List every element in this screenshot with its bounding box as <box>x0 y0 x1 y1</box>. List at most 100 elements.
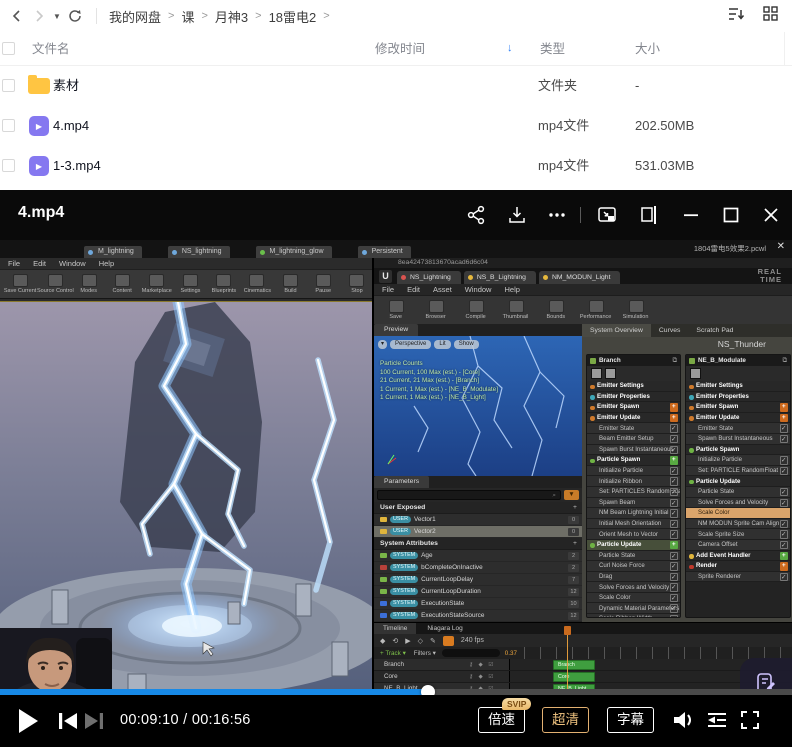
refresh-icon[interactable] <box>64 5 86 27</box>
table-row[interactable]: 素材 文件夹 - <box>0 66 792 106</box>
sort-icon[interactable] <box>728 6 745 27</box>
video-emitter-node: NE_B_Modulate Emitter Settings <box>685 354 791 618</box>
breadcrumb-item[interactable]: 课 <box>181 7 194 26</box>
video-toolbar-icon <box>48 274 63 287</box>
breadcrumb-item[interactable]: 18雷电2 <box>269 7 317 26</box>
video-niagara-menu: FileEditAssetWindowHelp <box>374 284 792 295</box>
file-name[interactable]: 1-3.mp4 <box>53 146 101 186</box>
file-size: - <box>635 66 639 106</box>
video-menu-item: File <box>8 259 20 268</box>
video-close-glyph: ✕ <box>777 241 785 252</box>
video-emitter-row: Particle Spawn <box>686 445 790 456</box>
video-toolbar-button: Browser <box>420 300 452 320</box>
video-emitter-row: Sprite Renderer <box>686 572 790 583</box>
video-emitter-row: Solve Forces and Velocity <box>686 498 790 509</box>
row-checkbox[interactable] <box>2 119 15 132</box>
app-window: ▼ 我的网盘 > 课 > 月神3 > 18雷电2 > <box>0 0 792 747</box>
next-button[interactable] <box>84 712 104 735</box>
fullscreen-icon[interactable] <box>740 710 760 735</box>
video-emitter-row: Initialize Particle <box>686 455 790 466</box>
video-menu-item: Window <box>465 285 492 294</box>
video-emitter-row: Particle Update <box>686 476 790 487</box>
file-name[interactable]: 素材 <box>53 66 79 106</box>
video-toolbar-button: Content <box>107 274 137 294</box>
column-modified[interactable]: 修改时间 <box>375 32 425 66</box>
dock-window-icon[interactable] <box>638 205 658 225</box>
table-row[interactable]: 4.mp4 mp4文件 202.50MB <box>0 106 792 146</box>
video-toolbar-icon <box>283 274 298 287</box>
video-toolbar-icon <box>82 274 97 287</box>
video-menu-item: File <box>382 285 394 294</box>
unreal-logo-icon: U <box>379 270 392 283</box>
row-checkbox[interactable] <box>2 79 15 92</box>
video-player-window: 4.mp4 <box>0 190 792 747</box>
forward-icon[interactable] <box>28 5 50 27</box>
close-icon[interactable] <box>761 205 781 225</box>
file-type-icon <box>28 78 50 94</box>
video-toolbar-icon <box>509 300 524 313</box>
video-menu-item: Asset <box>433 285 452 294</box>
back-icon[interactable] <box>6 5 28 27</box>
video-timeline-track: Core ⚷ ◆ ☑ Core <box>374 671 792 683</box>
breadcrumb-separator: > <box>255 10 261 22</box>
video-emitter-row: Scale Sprite Size <box>686 529 790 540</box>
video-toolbar-icon <box>349 274 364 287</box>
video-obs-tab: M_lightning_glow <box>256 246 332 258</box>
table-row[interactable]: 1-3.mp4 mp4文件 531.03MB <box>0 146 792 186</box>
notes-button[interactable]: 笔记 <box>755 672 777 690</box>
video-system-name: NS_Thunder <box>582 337 792 349</box>
column-name[interactable]: 文件名 <box>32 32 70 66</box>
video-emitter-row: Initialize Particle <box>587 466 680 477</box>
video-system-overview: System Overview Curves Scratch Pad NS_Th… <box>582 324 792 622</box>
video-emitter-row: Emitter Properties <box>587 392 680 403</box>
file-size: 531.03MB <box>635 146 694 186</box>
video-emitter-row: Emitter State <box>686 423 790 434</box>
picture-in-picture-icon[interactable] <box>597 205 617 225</box>
video-emitter-row: Emitter Update <box>686 413 790 424</box>
share-icon[interactable] <box>466 205 486 225</box>
breadcrumb-item[interactable]: 月神3 <box>215 7 248 26</box>
video-toolbar-button: Pause <box>308 274 338 294</box>
video-particle-counts: Particle Counts100 Current, 100 Max (est… <box>380 360 498 403</box>
video-emitter-row: Render <box>686 561 790 572</box>
video-menu-item: Edit <box>407 285 420 294</box>
maximize-icon[interactable] <box>721 205 741 225</box>
column-size[interactable]: 大小 <box>635 32 660 66</box>
video-toolbar-icon <box>149 274 164 287</box>
file-type: 文件夹 <box>538 66 577 106</box>
quality-button[interactable]: 超清 <box>542 707 589 733</box>
playback-speed-button[interactable]: 倍速 <box>478 707 525 733</box>
sort-desc-icon[interactable]: ↓ <box>507 42 513 54</box>
breadcrumb-item[interactable]: 我的网盘 <box>109 7 161 26</box>
viewport-menu-icon: ▾ <box>378 340 387 349</box>
divider <box>96 8 97 24</box>
row-checkbox[interactable] <box>2 159 15 172</box>
column-type[interactable]: 类型 <box>540 32 565 66</box>
video-toolbar-button: Blueprints <box>208 274 238 294</box>
grid-view-icon[interactable] <box>763 6 778 26</box>
video-emitter-row: Spawn Burst Instantaneous <box>587 445 680 456</box>
file-type: mp4文件 <box>538 146 589 186</box>
video-surface[interactable]: M_lightningNS_lightningM_lightning_glowP… <box>0 240 792 689</box>
play-button[interactable] <box>17 708 39 739</box>
file-type: mp4文件 <box>538 106 589 146</box>
playlist-icon[interactable] <box>707 711 727 734</box>
minimize-icon[interactable] <box>681 205 701 225</box>
history-caret-icon[interactable]: ▼ <box>50 5 64 27</box>
video-emitter-row: Emitter State <box>587 423 680 434</box>
file-name[interactable]: 4.mp4 <box>53 106 89 146</box>
video-emitter-row: Orient Mesh to Vector <box>587 529 680 540</box>
video-toolbar-button: Cinematics <box>242 274 272 294</box>
video-toolbar-icon <box>469 300 484 313</box>
subtitles-button[interactable]: 字幕 <box>607 707 654 733</box>
previous-button[interactable] <box>58 712 78 735</box>
more-icon[interactable] <box>547 205 567 225</box>
video-viewport-pills: ▾ Perspective Lit Show <box>378 340 479 349</box>
download-icon[interactable] <box>507 205 527 225</box>
select-all-checkbox[interactable] <box>2 42 15 55</box>
volume-icon[interactable] <box>673 710 695 735</box>
filter-funnel-icon: ▼ <box>564 490 579 500</box>
presenter-webcam <box>0 628 112 689</box>
video-parameters-list: User Exposed USER Vector1 0 <box>374 502 582 622</box>
video-emitter-row: Particle Spawn <box>587 455 680 466</box>
